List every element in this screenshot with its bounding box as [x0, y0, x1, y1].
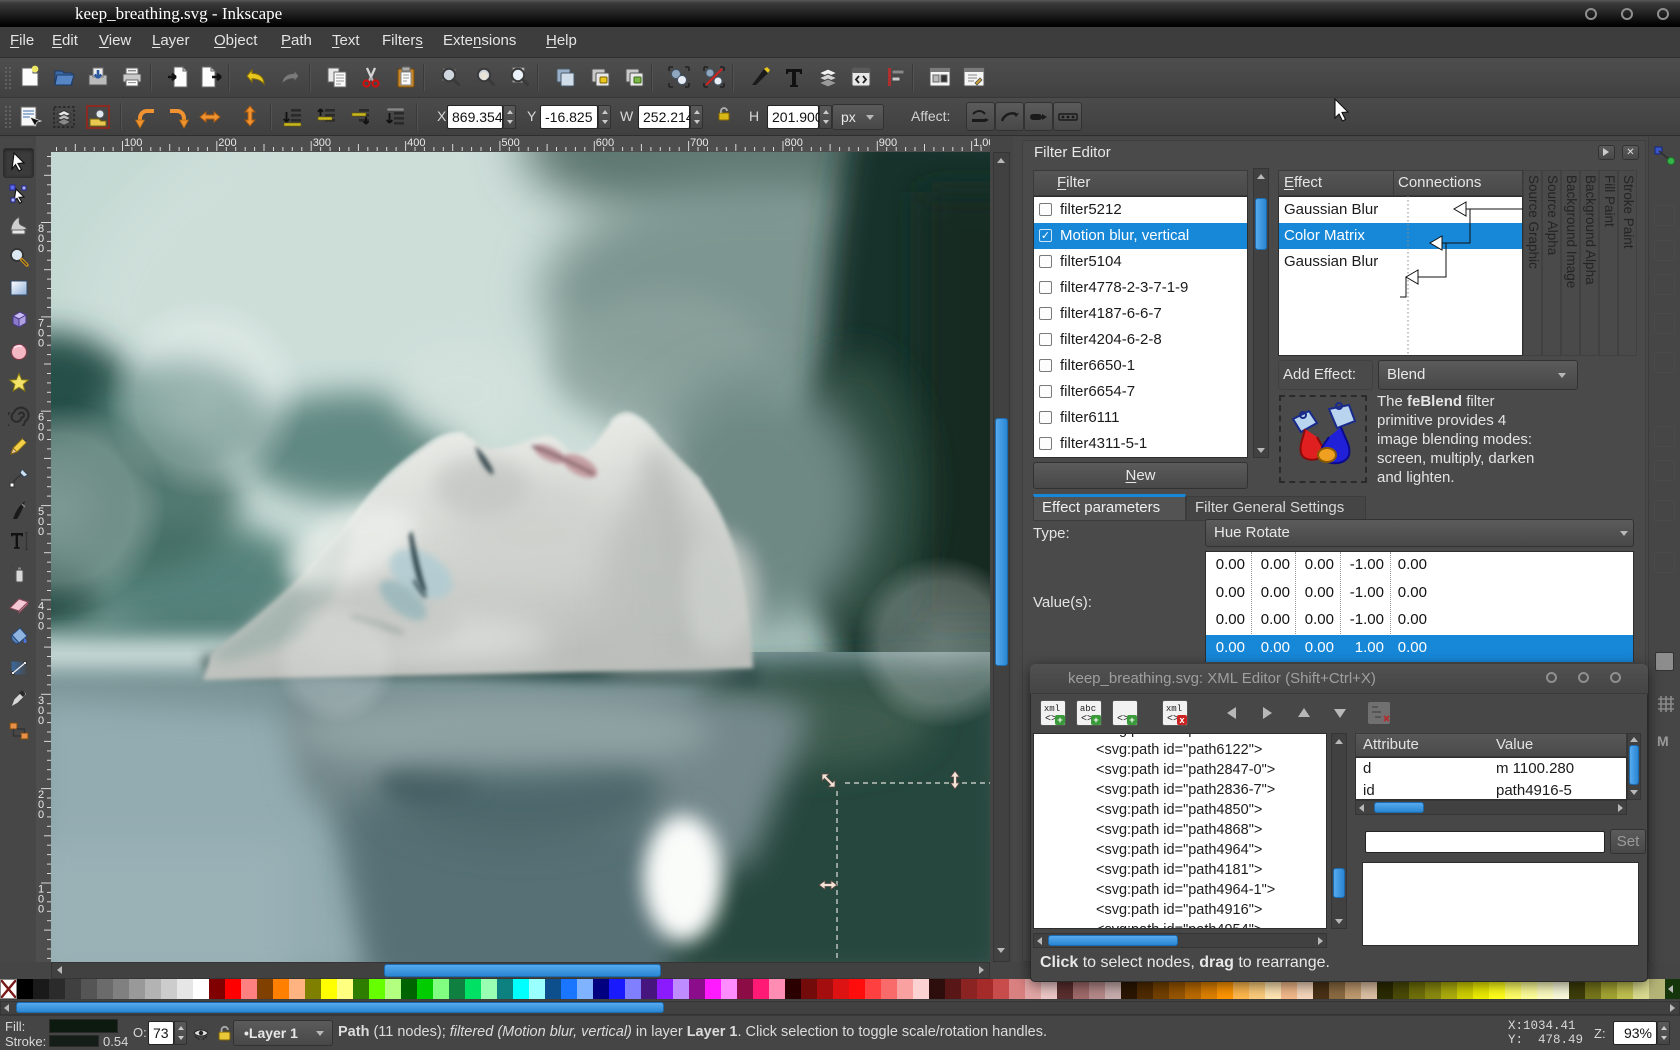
svg-text:0: 0 [38, 337, 44, 349]
svg-text:700: 700 [690, 137, 708, 149]
svg-text:0: 0 [38, 243, 44, 255]
svg-text:0: 0 [38, 526, 44, 538]
svg-text:abc: abc [1080, 704, 1096, 714]
svg-text:0: 0 [38, 620, 44, 632]
svg-text:0: 0 [38, 432, 44, 444]
svg-text:600: 600 [596, 137, 614, 149]
svg-text:0: 0 [38, 809, 44, 821]
svg-text:200: 200 [218, 137, 236, 149]
svg-text:500: 500 [501, 137, 519, 149]
svg-text:800: 800 [785, 137, 803, 149]
svg-text:900: 900 [879, 137, 897, 149]
svg-text:300: 300 [313, 137, 331, 149]
svg-text:+: + [1057, 715, 1062, 725]
svg-text:0: 0 [38, 715, 44, 727]
svg-text:xml: xml [1166, 704, 1182, 714]
svg-text:100: 100 [124, 137, 142, 149]
svg-text:xml: xml [1044, 704, 1060, 714]
svg-text:+: + [1129, 715, 1134, 725]
svg-text:x: x [1179, 715, 1184, 725]
svg-text:400: 400 [407, 137, 425, 149]
svg-text:1,000: 1,000 [973, 137, 990, 149]
svg-text:0: 0 [38, 904, 44, 916]
svg-text:+: + [1093, 715, 1098, 725]
